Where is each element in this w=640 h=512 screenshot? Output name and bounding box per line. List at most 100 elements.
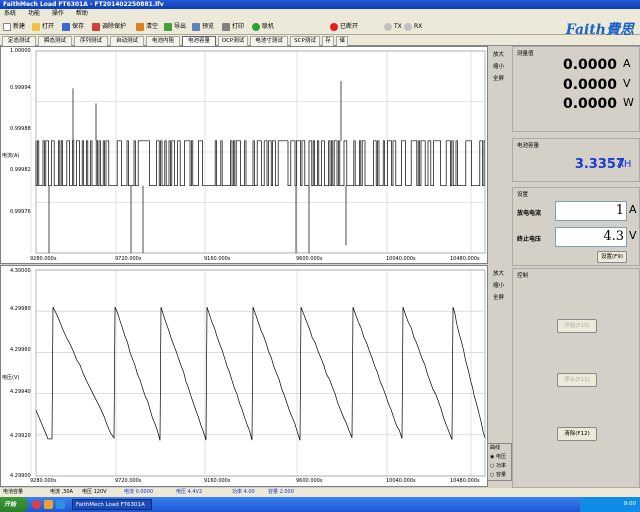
- taskbar: 开始 FaithMech Load FT6301A 9:00: [0, 497, 640, 512]
- ytick: 4.29980: [10, 306, 31, 312]
- tab-transient[interactable]: 瞬态测试: [38, 36, 72, 46]
- quicklaunch-icon[interactable]: [32, 500, 41, 509]
- zoom-out-button[interactable]: 缩小: [493, 281, 504, 289]
- fullscreen-button[interactable]: 全屏: [493, 293, 504, 301]
- ytick: 4.29900: [10, 473, 31, 479]
- tab-battery-resistance[interactable]: 电池内阻: [146, 36, 180, 46]
- ytick: 4.29960: [10, 347, 31, 353]
- tx-indicator: TX: [384, 21, 402, 32]
- quicklaunch-icon[interactable]: [44, 500, 53, 509]
- xtick: 9160.000s: [204, 478, 231, 484]
- tab-sequence[interactable]: 序列测试: [74, 36, 108, 46]
- zoom-in-button[interactable]: 放大: [493, 269, 504, 277]
- export-button[interactable]: 导出: [164, 21, 186, 32]
- discharge-unit: A: [629, 203, 637, 216]
- power-unit: W: [623, 96, 634, 109]
- clear-icon: [136, 22, 144, 31]
- legend-title: 曲线: [490, 445, 501, 451]
- save-icon: [62, 22, 70, 31]
- voltage-series-line: [35, 306, 486, 441]
- menu-bar: 系统 功能 操作 帮助: [0, 9, 640, 18]
- ytick: 0.99994: [10, 85, 31, 91]
- tab-bar: 定态测试 瞬态测试 序列测试 自动测试 电池内阻 电池容量 OCP测试 电池寸测…: [0, 35, 640, 46]
- protect-button[interactable]: 调除保护: [92, 21, 126, 32]
- save-button[interactable]: 保存: [62, 21, 84, 32]
- start-button-os[interactable]: 开始: [0, 497, 28, 512]
- start-button[interactable]: 开始(F10): [557, 319, 597, 333]
- stop-button[interactable]: 停止(F11): [557, 373, 597, 387]
- stop-voltage-input[interactable]: 4.3: [555, 227, 627, 247]
- xtick: 10480.000s: [450, 478, 480, 484]
- current-ylabel: 电流(A): [2, 153, 20, 159]
- capacity-title: 电池容量: [517, 143, 540, 149]
- zoom-out-button[interactable]: 缩小: [493, 62, 504, 70]
- clear-data-button[interactable]: 清除(F12): [557, 427, 597, 441]
- export-icon: [164, 22, 172, 31]
- voltage-chart[interactable]: [0, 265, 488, 487]
- status-capacity: 容量 2.000: [268, 489, 294, 495]
- status-voltage-range: 电压 120V: [82, 489, 107, 495]
- tab-static[interactable]: 定态测试: [2, 36, 36, 46]
- tab-battery-inch[interactable]: 电池寸测试: [250, 36, 288, 46]
- xtick: 10480.000s: [450, 256, 480, 262]
- tab-store[interactable]: 存: [322, 36, 334, 46]
- xtick: 9280.000s: [30, 256, 57, 262]
- xtick: 9600.000s: [296, 256, 323, 262]
- xtick: 9600.000s: [296, 478, 323, 484]
- quicklaunch-icon[interactable]: [56, 500, 65, 509]
- ytick: 0.99982: [10, 167, 31, 173]
- menu-help[interactable]: 帮助: [76, 10, 88, 17]
- new-button[interactable]: 新建: [3, 21, 25, 32]
- ytick: 4.30000: [10, 268, 31, 274]
- menu-system[interactable]: 系统: [4, 10, 16, 17]
- discharge-current-input[interactable]: 1: [555, 201, 627, 221]
- current-reading: 0.0000: [562, 57, 617, 73]
- status-bar: 电池容量 电流 ,30A 电压 120V 电流 0.0000 电压 4.4V2 …: [0, 488, 640, 497]
- tab-scp[interactable]: SCP测试: [290, 36, 320, 46]
- radio-selected-icon: ◉: [490, 454, 495, 460]
- tab-battery-capacity[interactable]: 电池容量: [182, 36, 216, 46]
- xtick: 10040.000s: [386, 478, 416, 484]
- fullscreen-button[interactable]: 全屏: [493, 74, 504, 82]
- current-chart-svg: [30, 50, 486, 254]
- ytick: 0.99976: [10, 209, 31, 215]
- radio-capacity[interactable]: ○ 容量: [490, 471, 506, 478]
- preview-button[interactable]: 预览: [192, 21, 214, 32]
- set-button[interactable]: 设置(F9): [597, 251, 627, 263]
- power-reading: 0.0000: [562, 96, 617, 112]
- current-unit: A: [623, 57, 631, 70]
- xtick: 10040.000s: [386, 256, 416, 262]
- toolbar: 新建 打开 保存 调除保护 清空 导出 预览 打印 联机 已断开 TX RX F…: [0, 18, 640, 38]
- status-current-range: 电流 ,30A: [50, 489, 73, 495]
- task-faithmech[interactable]: FaithMech Load FT6301A: [72, 499, 152, 510]
- status-mode: 电池容量: [3, 489, 24, 495]
- tab-auto[interactable]: 自动测试: [110, 36, 144, 46]
- radio-voltage[interactable]: ◉ 电压: [490, 453, 506, 460]
- status-power: 功率 4.00: [232, 489, 255, 495]
- system-tray: 9:00: [580, 497, 640, 512]
- print-button[interactable]: 打印: [222, 21, 244, 32]
- rx-indicator: RX: [404, 21, 422, 32]
- readings-title: 测量值: [517, 51, 534, 57]
- tab-storage[interactable]: 储: [336, 36, 348, 46]
- menu-function[interactable]: 功能: [28, 10, 40, 17]
- curve-legend: 曲线 ◉ 电压 ○ 功率 ○ 容量: [487, 443, 512, 481]
- open-button[interactable]: 打开: [32, 21, 54, 32]
- zoom-in-button[interactable]: 放大: [493, 50, 504, 58]
- capacity-panel: 电池容量 3.3357 AH: [512, 138, 640, 182]
- tx-led-icon: [384, 22, 392, 31]
- readings-panel: 测量值 0.0000 A 0.0000 V 0.0000 W: [512, 46, 640, 132]
- voltage-reading: 0.0000: [562, 77, 617, 93]
- rx-led-icon: [404, 22, 412, 31]
- menu-operation[interactable]: 操作: [52, 10, 64, 17]
- voltage-chart-svg: [30, 269, 486, 477]
- control-title: 控制: [517, 273, 529, 279]
- connect-button[interactable]: 联机: [252, 21, 274, 32]
- current-chart[interactable]: [0, 46, 488, 264]
- stop-voltage-label: 终止电压: [517, 236, 542, 243]
- tab-ocp[interactable]: OCP测试: [218, 36, 248, 46]
- radio-power[interactable]: ○ 功率: [490, 462, 506, 469]
- capacity-unit: AH: [617, 159, 632, 170]
- protect-icon: [92, 22, 100, 31]
- clear-button[interactable]: 清空: [136, 21, 158, 32]
